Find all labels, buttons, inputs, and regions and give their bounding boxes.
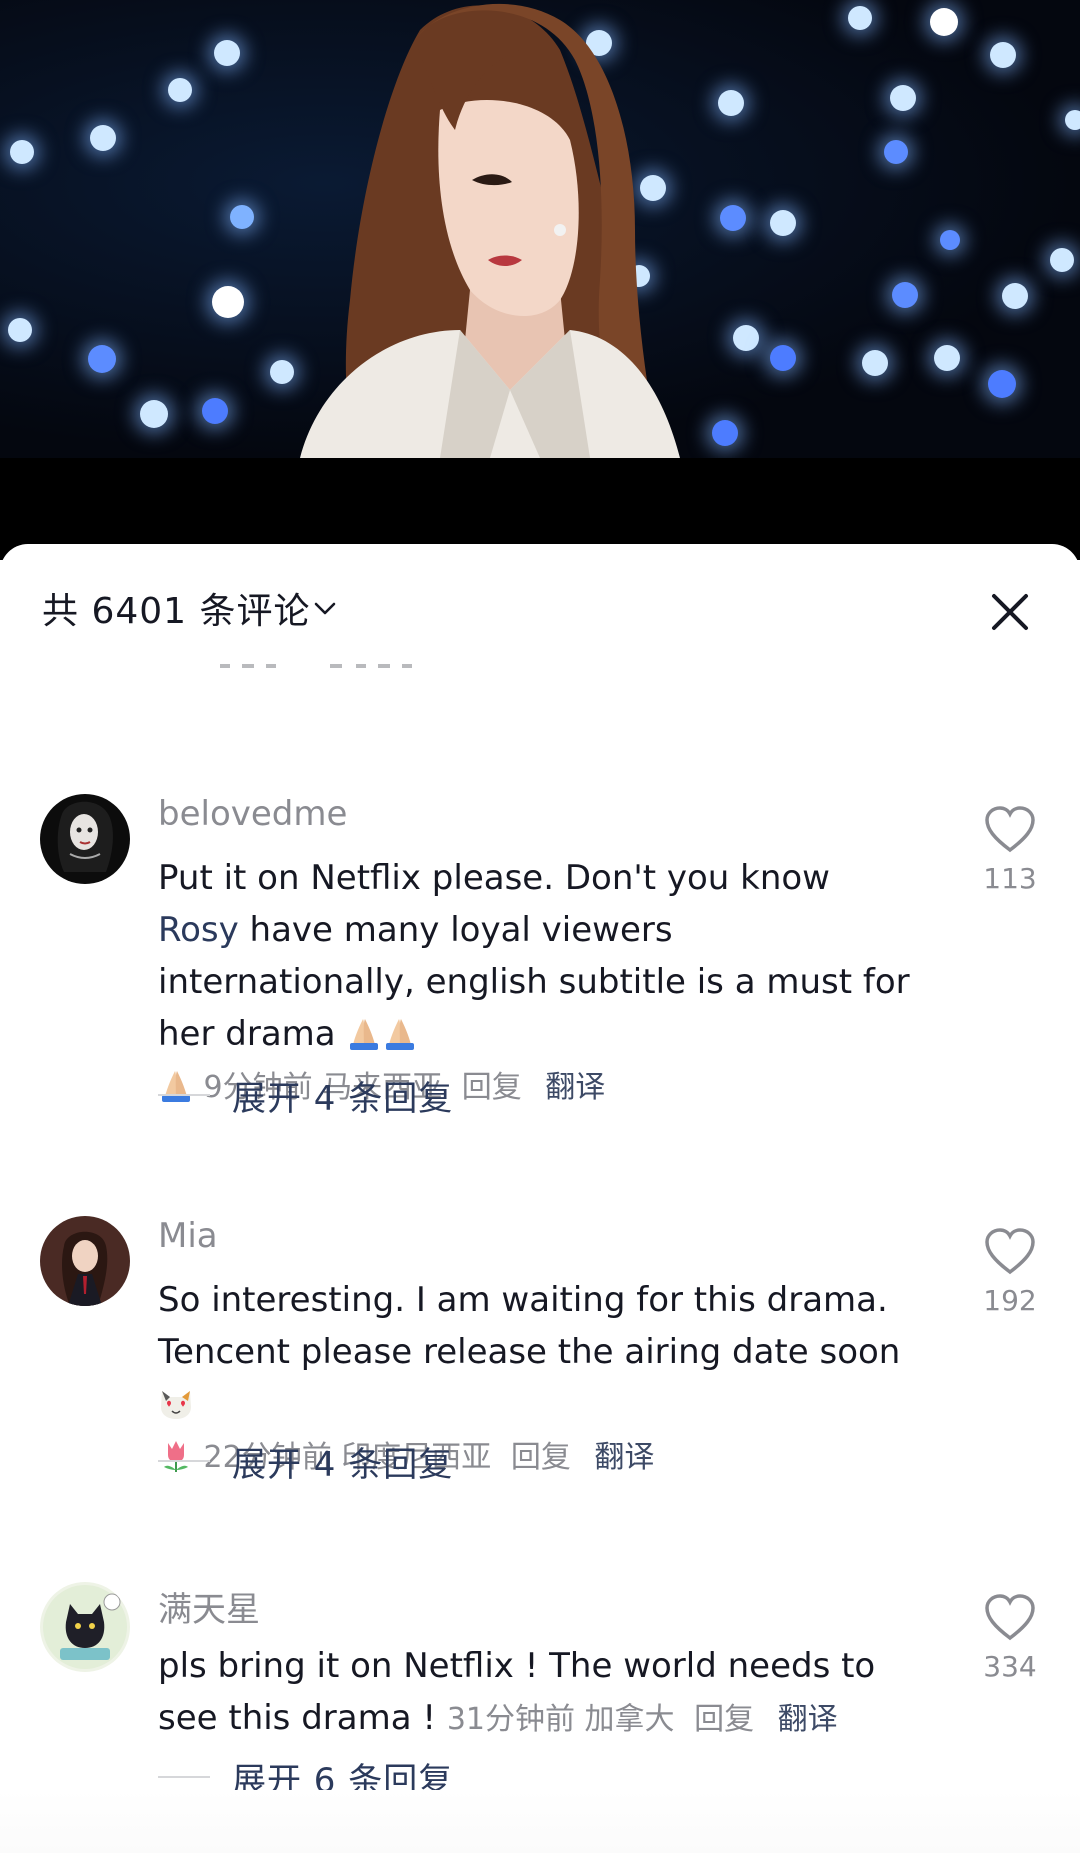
comment-text: So interesting. I am waiting for this dr…: [158, 1280, 901, 1372]
mention-link[interactable]: Rosy: [158, 910, 239, 950]
comment-count-title[interactable]: 共 6401 条评论: [42, 582, 311, 634]
bottom-fade: [0, 1790, 1080, 1853]
like-count: 113: [983, 862, 1037, 895]
like-count: 334: [983, 1650, 1037, 1683]
expand-replies-label[interactable]: 展开 4 条回复: [232, 1071, 453, 1120]
translate-button[interactable]: 翻译: [778, 1702, 838, 1737]
expand-divider: [158, 1460, 210, 1462]
expand-replies-label[interactable]: 展开 4 条回复: [232, 1437, 453, 1486]
reply-button[interactable]: 回复: [511, 1440, 571, 1475]
comment-location: 加拿大: [584, 1702, 675, 1737]
comment-body: pls bring it on Netflix ! The world need…: [158, 1640, 918, 1746]
expand-divider: [158, 1776, 210, 1778]
scrolled-text-remnant: [220, 664, 412, 668]
actress-image: [300, 3, 680, 458]
avatar[interactable]: [40, 794, 130, 884]
translate-button[interactable]: 翻译: [594, 1440, 654, 1475]
folded-hands-emoji: [350, 1019, 379, 1050]
comment-username[interactable]: Mia: [158, 1216, 218, 1256]
expand-replies-button[interactable]: 展开 4 条回复: [158, 1436, 453, 1486]
folded-hands-emoji: [386, 1019, 415, 1050]
avatar[interactable]: [40, 1582, 130, 1672]
comment-time: 31分钟前: [446, 1702, 575, 1737]
comment-text: Put it on Netflix please. Don't you know: [158, 858, 830, 898]
heart-icon: [985, 806, 1035, 853]
reply-button[interactable]: 回复: [462, 1070, 522, 1105]
video-frame: [0, 0, 1080, 458]
like-button[interactable]: 334: [980, 1594, 1040, 1683]
expand-divider: [158, 1094, 210, 1096]
comment-text-cont: have many loyal viewers internationally,…: [158, 910, 910, 1054]
reply-button[interactable]: 回复: [694, 1702, 754, 1737]
comment-username[interactable]: 满天星: [158, 1582, 260, 1631]
close-icon[interactable]: [982, 584, 1038, 640]
like-button[interactable]: 113: [980, 806, 1040, 895]
like-button[interactable]: 192: [980, 1228, 1040, 1317]
comments-header: 共 6401 条评论: [0, 544, 1080, 668]
heart-icon: [985, 1594, 1035, 1641]
expand-replies-button[interactable]: 展开 4 条回复: [158, 1070, 453, 1120]
avatar[interactable]: [40, 1216, 130, 1306]
translate-button[interactable]: 翻译: [545, 1070, 605, 1105]
heart-icon: [985, 1228, 1035, 1275]
like-count: 192: [983, 1284, 1037, 1317]
comment-meta: 31分钟前 加拿大 回复 翻译: [447, 1702, 838, 1737]
heart-eyes-cat-emoji: [161, 1391, 191, 1419]
chevron-down-icon[interactable]: [310, 594, 340, 624]
comments-sheet: 共 6401 条评论 belovedme Put it on Netflix p…: [0, 544, 1080, 1853]
video-player[interactable]: [0, 0, 1080, 560]
comment-username[interactable]: belovedme: [158, 794, 347, 834]
